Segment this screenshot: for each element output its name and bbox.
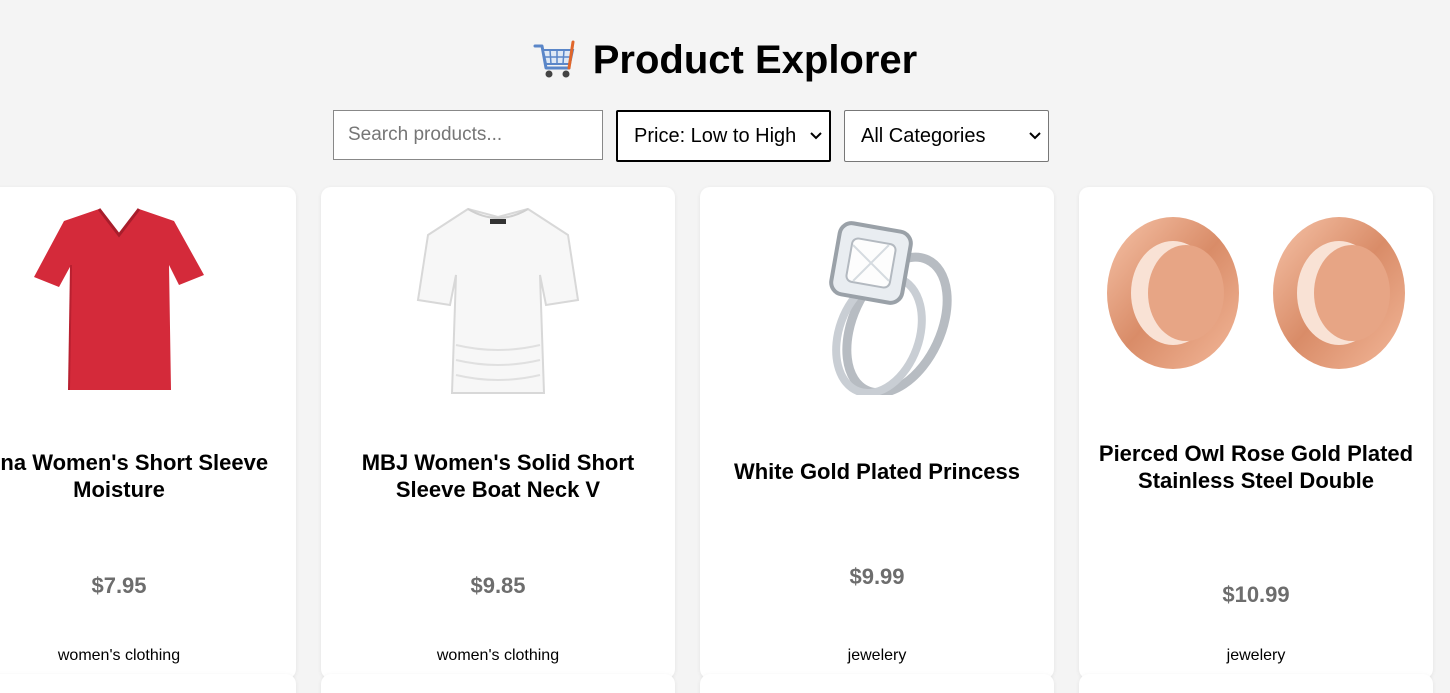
sort-select[interactable]: Price: Low to High (616, 110, 831, 162)
product-card-partial[interactable] (321, 674, 675, 693)
white-top-image (416, 207, 580, 394)
product-explorer-page: Product Explorer Price: Low to High All … (0, 0, 1450, 693)
product-name: Opna Women's Short Sleeve Moisture (0, 450, 269, 502)
shopping-cart-icon (533, 40, 575, 77)
plug-earrings-image (1107, 217, 1405, 369)
product-name: Pierced Owl Rose Gold Plated Stainless S… (1098, 441, 1414, 493)
category-select[interactable]: All Categories (844, 110, 1049, 162)
product-card[interactable]: White Gold Plated Princess $9.99 jeweler… (700, 187, 1054, 679)
product-category: jewelery (847, 647, 907, 664)
product-category: women's clothing (57, 647, 181, 664)
product-name: MBJ Women's Solid Short Sleeve Boat Neck… (361, 450, 635, 502)
product-image (700, 205, 1054, 395)
filter-controls: Price: Low to High All Categories (333, 110, 1049, 162)
product-name: White Gold Plated Princess (733, 459, 1021, 484)
product-price: $9.85 (470, 573, 526, 598)
red-tshirt-image (34, 208, 204, 391)
product-image (1079, 205, 1433, 395)
product-card-partial[interactable] (0, 674, 296, 693)
product-card-partial[interactable] (1079, 674, 1433, 693)
chevron-down-icon (810, 132, 822, 140)
product-card[interactable]: Pierced Owl Rose Gold Plated Stainless S… (1079, 187, 1433, 679)
sort-select-value: Price: Low to High (634, 124, 797, 147)
product-price: $9.99 (849, 564, 905, 589)
product-price: $7.95 (91, 573, 147, 598)
page-title-text: Product Explorer (592, 38, 918, 82)
product-card-partial[interactable] (700, 674, 1054, 693)
product-image (321, 205, 675, 395)
category-select-value: All Categories (861, 124, 986, 147)
search-input[interactable] (333, 110, 603, 160)
chevron-down-icon (1029, 132, 1041, 140)
product-category: women's clothing (436, 647, 560, 664)
product-image (0, 205, 296, 395)
ring-image (829, 221, 952, 395)
page-title: Product Explorer (533, 38, 918, 83)
product-category: jewelery (1226, 647, 1286, 664)
product-price: $10.99 (1222, 582, 1290, 607)
product-card[interactable]: Opna Women's Short Sleeve Moisture $7.95… (0, 187, 296, 679)
product-card[interactable]: MBJ Women's Solid Short Sleeve Boat Neck… (321, 187, 675, 679)
header: Product Explorer (0, 38, 1450, 87)
